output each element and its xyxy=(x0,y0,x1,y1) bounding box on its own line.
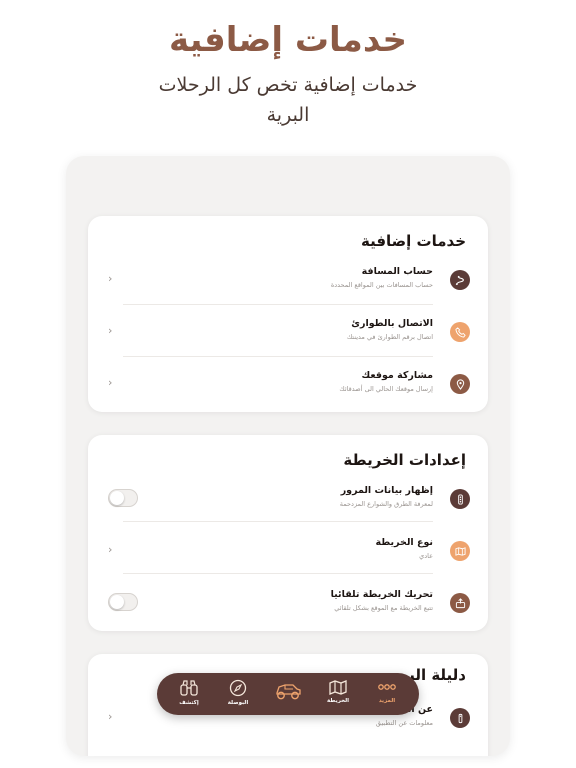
list-item-share-location[interactable]: مشاركة موقعك إرسال موقعك الحالي الى أصدق… xyxy=(88,364,488,404)
list-item-subtitle: اتصال برقم الطوارئ في مدينتك xyxy=(346,333,433,341)
list-item-title: إظهار بيانات المرور xyxy=(340,485,433,496)
hero-subtitle: خدمات إضافية تخص كل الرحلات البرية xyxy=(158,74,418,126)
nav-label: البوصلة xyxy=(227,700,249,706)
traffic-light-icon xyxy=(450,489,470,509)
list-item-subtitle: إرسال موقعك الحالي الى أصدقائك xyxy=(339,385,433,393)
chevron-left-icon: ‹ xyxy=(108,272,113,285)
nav-item-discover[interactable]: إكتشف xyxy=(167,679,211,706)
nav-label: إكتشف xyxy=(179,700,199,706)
binoculars-icon xyxy=(180,680,198,696)
compass-icon xyxy=(229,679,247,697)
list-item-distance[interactable]: حساب المسافة حساب المسافات بين المواقع ا… xyxy=(88,260,488,300)
nav-item-home[interactable] xyxy=(266,681,310,704)
chevron-left-icon: ‹ xyxy=(108,710,113,723)
offroad-car-icon xyxy=(276,684,301,700)
phone-icon xyxy=(450,322,470,342)
list-item-subtitle: لمعرفة الطرق والشوارع المزدحمة xyxy=(339,500,433,508)
toggle-knob xyxy=(110,595,124,609)
location-pin-icon xyxy=(450,374,470,394)
list-item-subtitle: تتبع الخريطة مع الموقع بشكل تلقائي xyxy=(334,604,433,612)
chevron-left-icon: ‹ xyxy=(108,376,113,389)
list-item-title: نوع الخريطة xyxy=(375,537,433,548)
nav-item-more[interactable]: المزيد xyxy=(365,679,409,704)
nav-label: الخريطة xyxy=(326,698,350,704)
nav-item-map[interactable]: الخريطة xyxy=(316,679,360,704)
more-dots-icon xyxy=(378,684,396,690)
list-item-subtitle: عادي xyxy=(419,552,433,560)
list-item-subtitle: معلومات عن التطبيق xyxy=(375,719,433,727)
divider xyxy=(123,573,433,574)
divider xyxy=(123,521,433,522)
move-map-icon xyxy=(450,593,470,613)
chevron-left-icon: ‹ xyxy=(108,543,113,556)
map-settings-card: إعدادات الخريطة إظهار بيانات المرور لمعر… xyxy=(88,435,488,631)
list-item-map-type[interactable]: نوع الخريطة عادي ‹ xyxy=(88,531,488,571)
phone-screen: خدمات إضافية حساب المسافة حساب المسافات … xyxy=(66,156,510,756)
chevron-left-icon: ‹ xyxy=(108,324,113,337)
list-item-auto-move: تحريك الخريطة تلقائيا تتبع الخريطة مع ال… xyxy=(88,583,488,623)
divider xyxy=(123,356,433,357)
map-icon xyxy=(329,680,347,695)
hero-title: خدمات إضافية xyxy=(169,20,407,60)
nav-label: المزيد xyxy=(378,698,396,704)
nav-item-compass[interactable]: البوصلة xyxy=(216,679,260,706)
extra-services-card: خدمات إضافية حساب المسافة حساب المسافات … xyxy=(88,216,488,412)
toggle-knob xyxy=(110,491,124,505)
card-title: إعدادات الخريطة xyxy=(343,451,466,469)
list-item-subtitle: حساب المسافات بين المواقع المحددة xyxy=(330,281,433,289)
list-item-title: تحريك الخريطة تلقائيا xyxy=(330,589,433,600)
info-icon xyxy=(450,708,470,728)
list-item-title: حساب المسافة xyxy=(361,266,433,277)
list-item-title: الاتصال بالطوارئ xyxy=(351,318,433,329)
list-item-traffic: إظهار بيانات المرور لمعرفة الطرق والشوار… xyxy=(88,479,488,519)
divider xyxy=(123,304,433,305)
auto-move-toggle[interactable] xyxy=(108,593,138,611)
map-icon xyxy=(450,541,470,561)
route-icon xyxy=(450,270,470,290)
list-item-emergency[interactable]: الاتصال بالطوارئ اتصال برقم الطوارئ في م… xyxy=(88,312,488,352)
bottom-nav: المزيد الخريطة البوصلة إكتشف xyxy=(157,673,419,715)
card-title: خدمات إضافية xyxy=(361,232,466,250)
list-item-title: مشاركة موقعك xyxy=(361,370,433,381)
traffic-toggle[interactable] xyxy=(108,489,138,507)
